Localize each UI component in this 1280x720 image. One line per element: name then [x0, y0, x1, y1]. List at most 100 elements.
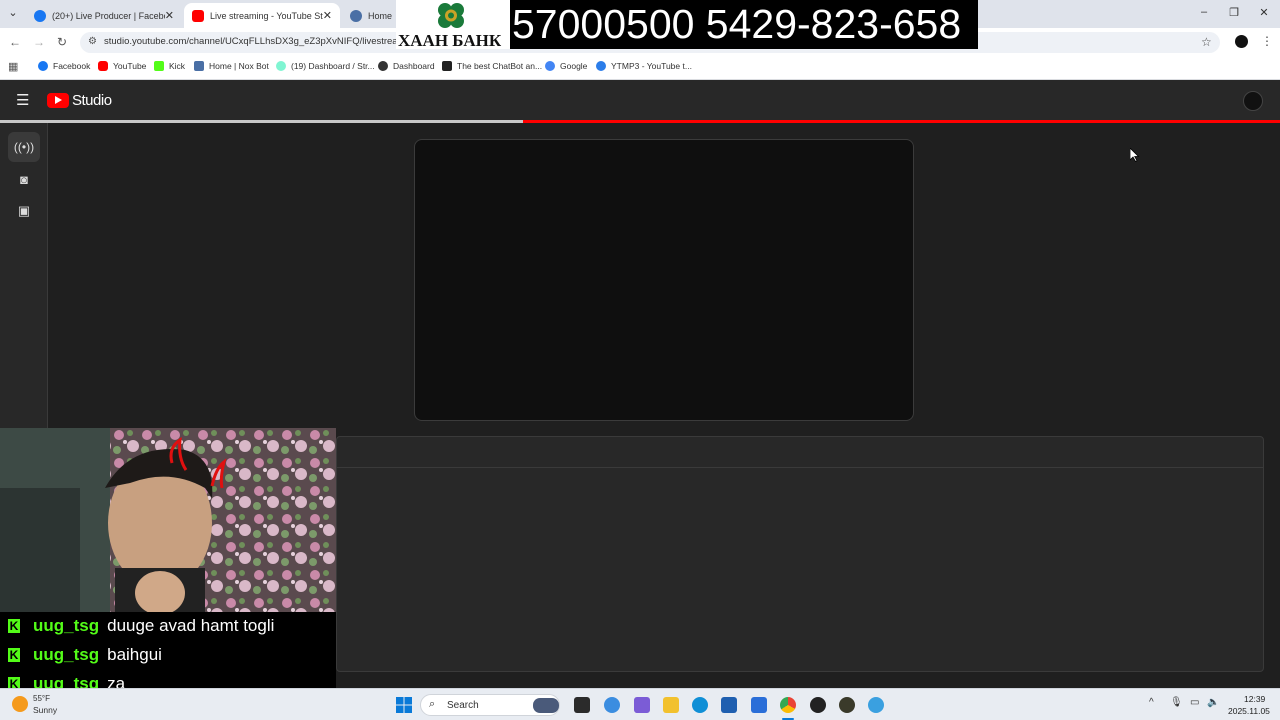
manage-nav-button[interactable]: ▣	[8, 196, 40, 226]
webcam-nav-button[interactable]: ◙	[8, 164, 40, 194]
bookmark-label: Home | Nox Bot	[209, 61, 269, 71]
clock-date[interactable]: 2025.11.05	[1228, 706, 1270, 716]
webcam-image	[0, 428, 336, 618]
taskbar-search[interactable]: ⌕ Search	[420, 694, 560, 716]
nox-icon	[350, 9, 362, 22]
close-icon[interactable]: ✕	[323, 9, 332, 22]
youtube-icon	[98, 61, 108, 71]
obs-icon[interactable]	[810, 697, 826, 713]
chat-text: baihgui	[107, 645, 162, 664]
mouse-cursor-icon	[1130, 148, 1140, 162]
facebook-icon	[38, 61, 48, 71]
bookmark-chatbot[interactable]: The best ChatBot an...	[442, 61, 542, 71]
bookmark-youtube[interactable]: YouTube	[98, 61, 146, 71]
bookmark-nox-bot[interactable]: Home | Nox Bot	[194, 61, 269, 71]
youtube-logo-icon[interactable]	[47, 93, 69, 108]
chat-message: K uug_tsg baihgui	[8, 645, 162, 665]
bookmark-label: Google	[560, 61, 588, 71]
tab-nox-bot[interactable]: Home | N	[342, 3, 402, 28]
chrome-icon[interactable]	[780, 697, 796, 713]
left-rail: ((•)) ◙ ▣	[0, 123, 48, 428]
bookmark-kick[interactable]: Kick	[154, 61, 185, 71]
app-icon[interactable]	[839, 697, 855, 713]
apps-grid-icon[interactable]: ▦	[8, 60, 18, 73]
bookmarks-bar: ▦ Facebook YouTube Kick Home | Nox Bot (…	[0, 56, 1280, 80]
weather-temperature[interactable]: 55°F	[33, 694, 50, 703]
weather-sun-icon[interactable]	[12, 696, 28, 712]
windows-start-icon[interactable]	[396, 697, 412, 713]
bookmark-google[interactable]: Google	[545, 61, 587, 71]
microphone-icon[interactable]: 🎙	[1170, 697, 1183, 708]
tab-search-chevron-icon[interactable]: ⌄	[6, 6, 20, 19]
bookmark-dashboard[interactable]: Dashboard	[378, 61, 435, 71]
tab-facebook-live-producer[interactable]: (20+) Live Producer | Facebook ✕	[26, 3, 182, 28]
dashboard-icon	[378, 61, 388, 71]
bookmark-label: (19) Dashboard / Str...	[291, 61, 375, 71]
mail-icon[interactable]	[751, 697, 767, 713]
bank-name-text: ХААН БАНК	[398, 31, 502, 50]
task-view-icon[interactable]	[574, 697, 590, 713]
copilot-icon[interactable]	[604, 697, 620, 713]
bookmark-label: Kick	[169, 61, 186, 71]
stream-preview-player[interactable]	[414, 139, 914, 421]
webcam-feed	[0, 428, 336, 618]
hamburger-menu-icon[interactable]: ☰	[16, 91, 29, 109]
close-window-icon[interactable]: ✕	[1257, 6, 1271, 19]
store-icon[interactable]	[721, 697, 737, 713]
reload-icon[interactable]: ↻	[57, 35, 67, 49]
widgets-icon[interactable]	[634, 697, 650, 713]
kick-icon	[154, 61, 164, 71]
site-info-icon[interactable]: ⚙	[88, 36, 97, 47]
restore-icon[interactable]: ❐	[1227, 6, 1241, 19]
search-highlight-icon	[533, 698, 559, 713]
network-icon[interactable]: ▭	[1190, 697, 1199, 708]
bookmark-star-icon[interactable]: ☆	[1201, 35, 1212, 49]
tab-label: Home | N	[368, 10, 394, 21]
kebab-menu-icon[interactable]: ⋮	[1261, 34, 1273, 48]
google-icon	[545, 61, 555, 71]
account-number-text: 57000500 5429-823-658	[512, 1, 962, 47]
browser-app-icon[interactable]	[868, 697, 884, 713]
forward-icon[interactable]: →	[33, 35, 45, 49]
volume-icon[interactable]: 🔈	[1207, 697, 1219, 708]
tab-label: (20+) Live Producer | Facebook	[52, 10, 165, 21]
calendar-icon: ▣	[17, 203, 31, 218]
bookmark-ytmp3[interactable]: YTMP3 - YouTube t...	[596, 61, 692, 71]
chat-username: uug_tsg	[33, 616, 100, 635]
broadcast-icon: ((•))	[13, 140, 35, 154]
minimize-icon[interactable]: –	[1197, 6, 1211, 18]
tab-youtube-studio[interactable]: Live streaming - YouTube Studio ✕	[184, 3, 340, 28]
clock-time[interactable]: 12:39	[1244, 694, 1265, 704]
panel-divider	[336, 467, 1264, 468]
bank-logo: ХААН БАНК	[396, 0, 510, 50]
weather-condition[interactable]: Sunny	[33, 705, 57, 715]
channel-avatar[interactable]	[1243, 91, 1263, 111]
kick-icon: K	[8, 648, 20, 662]
tray-chevron-icon[interactable]: ^	[1149, 697, 1154, 708]
url-text[interactable]: studio.youtube.com/channel/UCxqFLLhsDX3g…	[104, 36, 408, 47]
bookmark-facebook[interactable]: Facebook	[38, 61, 90, 71]
back-icon[interactable]: ←	[9, 35, 21, 49]
chat-text: duuge avad hamt togli	[107, 616, 275, 635]
bookmark-label: YouTube	[113, 61, 147, 71]
search-placeholder: Search	[447, 700, 479, 711]
ytmp3-icon	[596, 61, 606, 71]
camera-icon: ◙	[20, 171, 28, 187]
file-explorer-icon[interactable]	[663, 697, 679, 713]
profile-avatar[interactable]	[1235, 35, 1248, 48]
kick-icon: K	[8, 619, 20, 633]
studio-brand[interactable]: Studio	[72, 92, 112, 109]
edge-icon[interactable]	[692, 697, 708, 713]
chatbot-icon	[442, 61, 452, 71]
studio-header: ☰ Studio	[0, 80, 1280, 120]
chat-username: uug_tsg	[33, 645, 100, 664]
bookmark-streamlabs[interactable]: (19) Dashboard / Str...	[276, 61, 375, 71]
facebook-icon	[34, 9, 46, 22]
close-icon[interactable]: ✕	[165, 9, 174, 22]
stream-nav-button[interactable]: ((•))	[8, 132, 40, 162]
streamlabs-icon	[276, 61, 286, 71]
nox-icon	[194, 61, 204, 71]
bookmark-label: YTMP3 - YouTube t...	[611, 61, 692, 71]
chat-message: K uug_tsg duuge avad hamt togli	[8, 616, 274, 636]
bookmark-label: Dashboard	[393, 61, 435, 71]
